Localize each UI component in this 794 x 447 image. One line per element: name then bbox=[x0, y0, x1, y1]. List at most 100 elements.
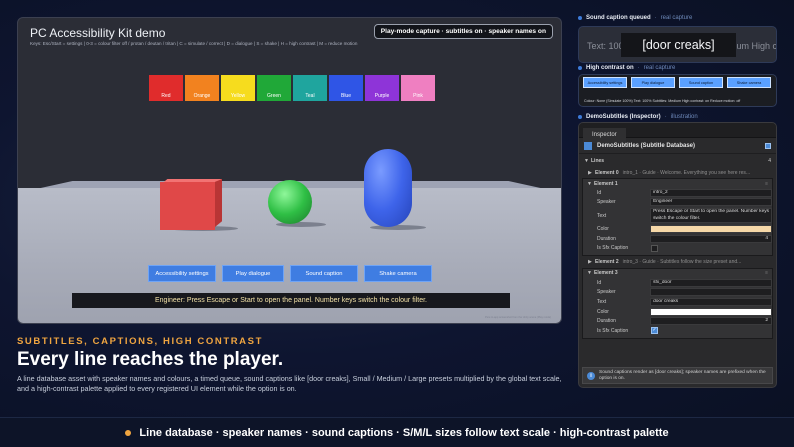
swatch-label: Green bbox=[267, 93, 281, 99]
element-1-color-row: Color bbox=[583, 224, 772, 234]
red-cube-side bbox=[215, 179, 222, 227]
element-1-color-field[interactable] bbox=[650, 224, 772, 233]
caption-capture-panel: Text: 100% um High co [door creaks] bbox=[578, 26, 777, 63]
expand-right-icon: ▶ bbox=[588, 259, 592, 266]
element-3-sfx-checkbox[interactable]: ✓ bbox=[651, 327, 658, 335]
headline: Every line reaches the player. bbox=[17, 349, 284, 370]
caption-panel-title: Sound caption queued bbox=[586, 15, 651, 21]
hc-button-row: Accessibility settings Play dialogue Sou… bbox=[583, 77, 771, 88]
field-label: Duration bbox=[597, 235, 616, 242]
caption-ghost-right: um High co bbox=[736, 41, 777, 51]
hc-accessibility-settings-button[interactable]: Accessibility settings bbox=[583, 77, 627, 88]
swatch-label: Purple bbox=[374, 93, 390, 99]
element-3-speaker-field[interactable] bbox=[650, 288, 772, 297]
element-0-label: Element 0 bbox=[595, 169, 619, 176]
bullet-dot-icon bbox=[125, 429, 132, 436]
hc-shake-camera-button[interactable]: Shake camera bbox=[727, 77, 771, 88]
sound-caption-button[interactable]: Sound caption bbox=[290, 265, 358, 282]
element-3-sfx-row: Is Sfx Caption ✓ bbox=[583, 326, 772, 336]
watermark: Pure in-app screenshot from the Unity sc… bbox=[484, 316, 551, 319]
field-label: Is Sfx Caption bbox=[597, 245, 629, 252]
keys-hint: Keys: Esc/Start = settings | 0-3 = colou… bbox=[30, 41, 358, 46]
swatch-orange: Orange bbox=[185, 75, 219, 101]
element-0-row[interactable]: ▶ Element 0 intro_1 · Guide · Welcome. E… bbox=[579, 168, 776, 177]
shake-camera-button[interactable]: Shake camera bbox=[364, 265, 432, 282]
element-1-id-field[interactable]: intro_2 bbox=[650, 188, 772, 197]
swatch-label: Orange bbox=[193, 93, 211, 99]
element-3-header[interactable]: ▼ Element 3 ≡ bbox=[583, 269, 772, 278]
element-0-summary: intro_1 · Guide · Welcome. Everything yo… bbox=[622, 169, 751, 176]
hc-sound-caption-button[interactable]: Sound caption bbox=[679, 77, 723, 88]
element-3-speaker-row: Speaker bbox=[583, 288, 772, 298]
green-sphere bbox=[268, 180, 312, 224]
swatch-label: Blue bbox=[340, 93, 351, 99]
element-3-color-row: Color bbox=[583, 307, 772, 317]
accessibility-settings-button[interactable]: Accessibility settings bbox=[148, 265, 216, 282]
element-1-id-row: Id intro_2 bbox=[583, 188, 772, 198]
high-contrast-panel: Accessibility settings Play dialogue Sou… bbox=[578, 74, 777, 107]
element-1-sfx-checkbox[interactable] bbox=[651, 244, 658, 252]
game-view: PC Accessibility Kit demo Keys: Esc/Star… bbox=[17, 17, 562, 324]
swatch-label: Teal bbox=[305, 93, 315, 99]
element-1-label: Element 1 bbox=[594, 180, 618, 187]
hc-panel-title: High contrast on bbox=[586, 65, 634, 71]
expand-down-icon: ▼ bbox=[584, 157, 589, 164]
info-helpbox: i Sound captions render as [door creaks]… bbox=[582, 367, 773, 384]
element-1-header[interactable]: ▼ Element 1 ≡ bbox=[583, 179, 772, 188]
blue-capsule bbox=[364, 149, 412, 227]
lines-row[interactable]: ▼ Lines 4 bbox=[579, 156, 776, 165]
inspector-label: DemoSubtitles (Inspector) · illustration bbox=[578, 114, 698, 120]
element-3-label: Element 3 bbox=[594, 270, 618, 277]
section-kicker: SUBTITLES, CAPTIONS, HIGH CONTRAST bbox=[17, 336, 263, 347]
drag-handle-icon[interactable]: ≡ bbox=[765, 181, 768, 187]
hc-play-dialogue-button[interactable]: Play dialogue bbox=[631, 77, 675, 88]
capsule-shadow bbox=[370, 225, 426, 230]
bullet-dot-icon bbox=[578, 66, 582, 70]
element-3-duration-field[interactable]: 2 bbox=[650, 317, 772, 326]
element-3-duration-row: Duration 2 bbox=[583, 316, 772, 326]
element-2-summary: intro_3 · Guide · Subtitles follow the s… bbox=[622, 259, 742, 266]
drag-handle-icon[interactable]: ≡ bbox=[765, 270, 768, 276]
element-3-color-field[interactable] bbox=[650, 307, 772, 316]
lines-count: 4 bbox=[768, 157, 771, 164]
scriptable-object-icon bbox=[584, 141, 592, 150]
element-2-label: Element 2 bbox=[595, 259, 619, 266]
swatch-purple: Purple bbox=[365, 75, 399, 101]
field-label: Duration bbox=[597, 318, 616, 325]
bullet-dot-icon bbox=[578, 16, 582, 20]
hc-panel-sublabel: real capture bbox=[643, 65, 676, 71]
play-dialogue-button[interactable]: Play dialogue bbox=[222, 265, 284, 282]
field-label: Text bbox=[597, 212, 607, 219]
caption-panel-label: Sound caption queued · real capture bbox=[578, 15, 692, 21]
field-label: Color bbox=[597, 308, 609, 315]
element-3-id-field[interactable]: sfx_door bbox=[650, 278, 772, 287]
expand-down-icon: ▼ bbox=[587, 270, 592, 277]
element-1-duration-field[interactable]: 4 bbox=[650, 234, 772, 243]
field-label: Id bbox=[597, 279, 602, 286]
swatch-label: Red bbox=[161, 93, 171, 99]
field-label: Is Sfx Caption bbox=[597, 327, 629, 334]
colour-swatches: Red Orange Yellow Green Teal Blue Purple Pink bbox=[149, 75, 435, 101]
inspector-panel-sublabel: illustration bbox=[670, 114, 698, 120]
swatch-blue: Blue bbox=[329, 75, 363, 101]
element-1-text-field[interactable]: Press Escape or Start to open the panel.… bbox=[650, 208, 772, 224]
caption-panel-sublabel: real capture bbox=[660, 15, 693, 21]
field-label: Text bbox=[597, 298, 607, 305]
capture-badge: Play-mode capture · subtitles on · speak… bbox=[373, 24, 553, 39]
swatch-teal: Teal bbox=[293, 75, 327, 101]
swatch-label: Yellow bbox=[230, 93, 246, 99]
element-3-text-field[interactable]: door creaks bbox=[650, 297, 772, 306]
swatch-pink: Pink bbox=[401, 75, 435, 101]
hc-status-text: Colour: None (Simulate 100%) Text: 100% … bbox=[584, 99, 741, 103]
element-1-speaker-field[interactable]: Engineer bbox=[650, 198, 772, 207]
swatch-label: Pink bbox=[413, 93, 423, 99]
footer-text: Line database · speaker names · sound ca… bbox=[139, 426, 669, 439]
inspector-tabbar: Inspector bbox=[579, 123, 776, 143]
expand-down-icon: ▼ bbox=[587, 180, 592, 187]
inspector-panel-title: DemoSubtitles (Inspector) bbox=[586, 114, 661, 120]
element-3-id-row: Id sfx_door bbox=[583, 278, 772, 288]
asset-enabled-checkbox[interactable] bbox=[765, 142, 771, 149]
subtitle-bar: Engineer: Press Escape or Start to open … bbox=[72, 293, 510, 308]
element-1-speaker-row: Speaker Engineer bbox=[583, 198, 772, 208]
element-2-row[interactable]: ▶ Element 2 intro_3 · Guide · Subtitles … bbox=[579, 258, 776, 267]
